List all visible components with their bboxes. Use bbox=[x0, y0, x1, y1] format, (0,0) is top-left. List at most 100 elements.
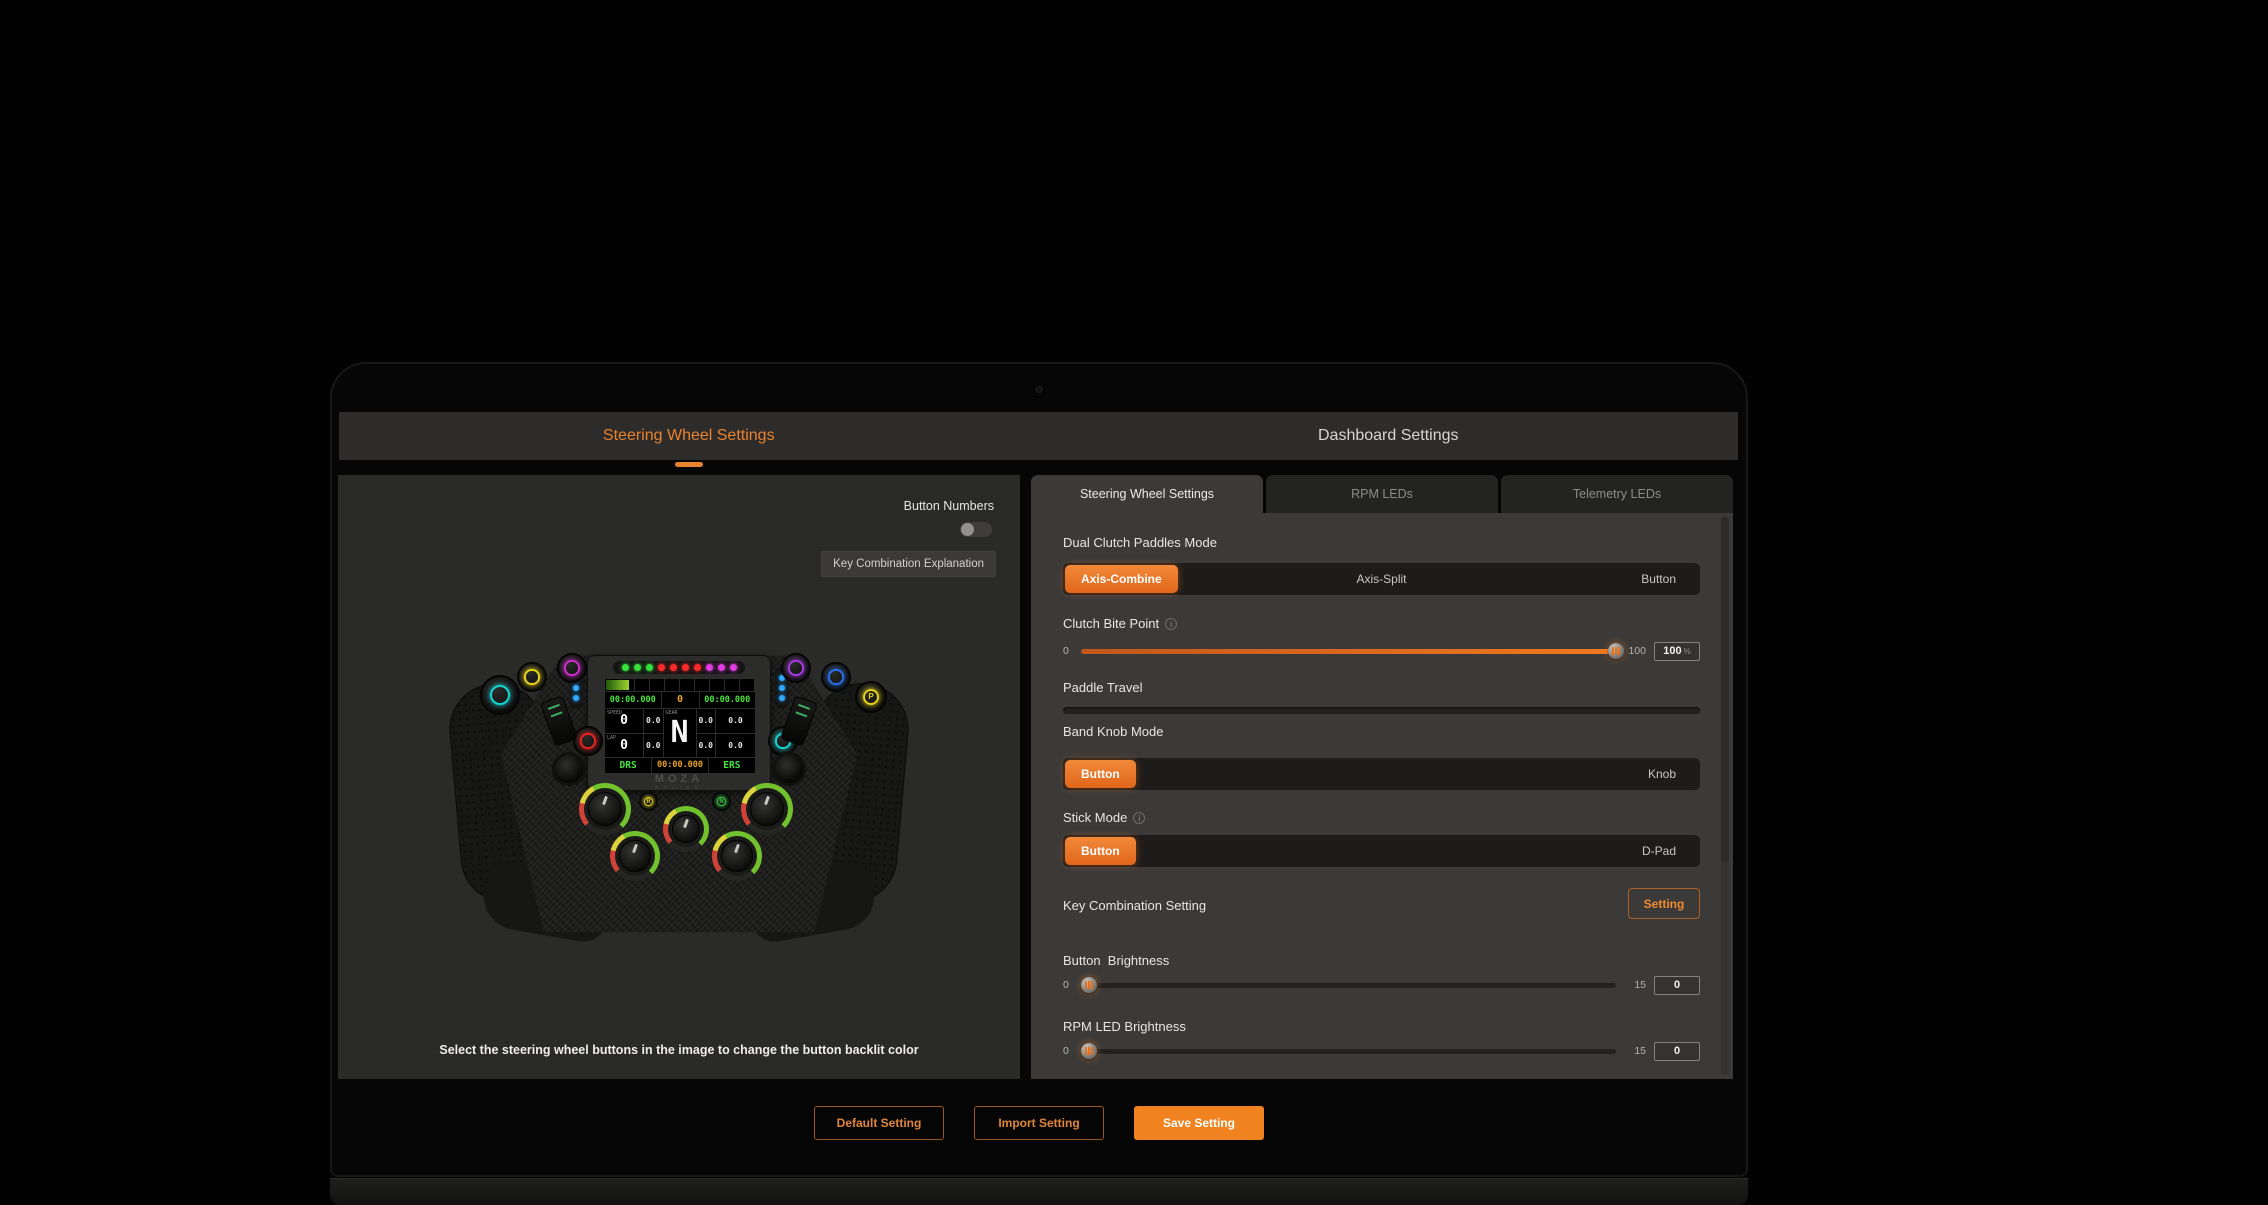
wheel-caption: Select the steering wheel buttons in the… bbox=[338, 1043, 1020, 1057]
slider-thumb[interactable] bbox=[1081, 1043, 1097, 1059]
option-dpad[interactable]: D-Pad bbox=[1642, 835, 1676, 867]
left-thumb-rotary[interactable] bbox=[552, 752, 586, 786]
wheel-button-r[interactable]: R bbox=[639, 792, 658, 811]
lap-time-right: 00:00.000 bbox=[700, 692, 756, 708]
wheel-button-red-left[interactable] bbox=[573, 726, 603, 756]
laptop-base bbox=[330, 1178, 1748, 1205]
rpm-led-magenta bbox=[730, 664, 737, 671]
rotary-knob-1[interactable] bbox=[579, 783, 631, 835]
rpm-led-red bbox=[682, 664, 689, 671]
rotary-knob-5[interactable] bbox=[712, 831, 762, 881]
rpm-led-brightness-label: RPM LED Brightness bbox=[1063, 1019, 1186, 1034]
value-text: 0 bbox=[1674, 1045, 1680, 1057]
button-numbers-label: Button Numbers bbox=[904, 499, 994, 513]
clutch-bite-point-slider-row: 0 100 100 % bbox=[1063, 641, 1700, 661]
option-band-button[interactable]: Button bbox=[1065, 760, 1136, 788]
tab-steering-wheel-settings-inner[interactable]: Steering Wheel Settings bbox=[1031, 475, 1263, 513]
settings-scrollbar[interactable] bbox=[1721, 517, 1729, 1075]
rotary-knob-2[interactable] bbox=[741, 783, 793, 835]
band-knob-mode-label: Band Knob Mode bbox=[1063, 724, 1163, 739]
wheel-button-n[interactable]: N bbox=[712, 792, 731, 811]
rev-gauge-fill bbox=[606, 680, 629, 690]
wheel-button-p[interactable]: P bbox=[855, 681, 887, 713]
rpm-led-magenta bbox=[706, 664, 713, 671]
slider-max: 100 bbox=[1624, 645, 1646, 657]
tab-rpm-leds[interactable]: RPM LEDs bbox=[1266, 475, 1498, 513]
header-bar: Steering Wheel Settings Dashboard Settin… bbox=[339, 412, 1738, 460]
slider-thumb[interactable] bbox=[1081, 977, 1097, 993]
rpm-led-green bbox=[622, 664, 629, 671]
tab-dashboard-settings[interactable]: Dashboard Settings bbox=[1039, 412, 1739, 460]
wheel-button-yellow-left[interactable] bbox=[517, 662, 547, 692]
default-setting-button[interactable]: Default Setting bbox=[814, 1106, 944, 1140]
steering-wheel-image[interactable]: 00:00.000 0 00:00.000 SPEED0 LAP0 0.0 0.… bbox=[459, 643, 899, 945]
center-time: 00:00.000 bbox=[651, 758, 709, 773]
telemetry-decimal: 0.0 bbox=[646, 741, 660, 750]
rpm-led-magenta bbox=[718, 664, 725, 671]
wheel-button-magenta-left[interactable] bbox=[557, 653, 587, 683]
rpm-led-green bbox=[634, 664, 641, 671]
rpm-led-red bbox=[694, 664, 701, 671]
telemetry-decimal: 0.0 bbox=[699, 741, 713, 750]
lap-value: 0 bbox=[620, 738, 628, 753]
info-icon[interactable] bbox=[1133, 812, 1145, 824]
telemetry-decimal: 0.0 bbox=[728, 741, 742, 750]
info-icon[interactable] bbox=[1165, 618, 1177, 630]
wheel-button-blue-right[interactable] bbox=[821, 662, 851, 692]
lap-time-left: 00:00.000 bbox=[605, 692, 661, 708]
slider-min: 0 bbox=[1063, 645, 1073, 657]
slider-fill bbox=[1081, 649, 1616, 654]
tab-label: Steering Wheel Settings bbox=[603, 423, 775, 449]
wheel-button-purple-right[interactable] bbox=[781, 653, 811, 683]
button-numbers-toggle[interactable] bbox=[960, 522, 992, 537]
key-combination-setting-label: Key Combination Setting bbox=[1063, 898, 1206, 913]
rotary-knob-3[interactable] bbox=[663, 806, 709, 852]
rpm-led-brightness-slider[interactable] bbox=[1081, 1049, 1616, 1054]
rotary-knob-4[interactable] bbox=[610, 831, 660, 881]
paddle-travel-bar[interactable] bbox=[1063, 707, 1700, 714]
option-stick-button[interactable]: Button bbox=[1065, 837, 1136, 865]
gear-value: N bbox=[670, 718, 688, 748]
clutch-bite-point-value[interactable]: 100 % bbox=[1654, 642, 1700, 661]
settings-tabs: Steering Wheel Settings RPM LEDs Telemet… bbox=[1031, 475, 1733, 513]
webcam-dot bbox=[1036, 386, 1043, 393]
value-unit: % bbox=[1684, 647, 1691, 656]
button-brightness-slider[interactable] bbox=[1081, 983, 1616, 988]
save-setting-button[interactable]: Save Setting bbox=[1134, 1106, 1264, 1140]
counter-value: 0 bbox=[661, 692, 700, 708]
right-thumb-rotary[interactable] bbox=[772, 752, 806, 786]
speed-label: SPEED bbox=[607, 710, 622, 716]
button-brightness-value[interactable]: 0 bbox=[1654, 976, 1700, 995]
wheel-preview-panel: Button Numbers Key Combination Explanati… bbox=[338, 475, 1020, 1079]
value-text: 0 bbox=[1674, 979, 1680, 991]
telemetry-decimal: 0.0 bbox=[728, 716, 742, 725]
dual-clutch-segmented-control: Axis-Combine Axis-Split Button bbox=[1063, 563, 1700, 595]
value-text: 100 bbox=[1663, 645, 1681, 657]
rpm-led-green bbox=[646, 664, 653, 671]
paddle-travel-label: Paddle Travel bbox=[1063, 680, 1143, 695]
option-knob[interactable]: Knob bbox=[1648, 758, 1676, 790]
dual-clutch-label: Dual Clutch Paddles Mode bbox=[1063, 535, 1217, 550]
slider-thumb[interactable] bbox=[1608, 643, 1624, 659]
rpm-led-red bbox=[670, 664, 677, 671]
wheel-button-cyan-left[interactable] bbox=[480, 675, 520, 715]
rpm-led-brightness-value[interactable]: 0 bbox=[1654, 1042, 1700, 1061]
tab-telemetry-leds[interactable]: Telemetry LEDs bbox=[1501, 475, 1733, 513]
tab-label: Dashboard Settings bbox=[1318, 423, 1459, 449]
key-combination-explanation-button[interactable]: Key Combination Explanation bbox=[821, 551, 996, 577]
option-axis-split[interactable]: Axis-Split bbox=[1063, 563, 1700, 595]
clutch-bite-point-slider[interactable] bbox=[1081, 649, 1616, 654]
import-setting-button[interactable]: Import Setting bbox=[974, 1106, 1104, 1140]
tab-steering-wheel-settings[interactable]: Steering Wheel Settings bbox=[339, 412, 1039, 460]
scrollbar-thumb[interactable] bbox=[1721, 517, 1729, 862]
slider-min: 0 bbox=[1063, 1045, 1073, 1057]
rpm-led-brightness-slider-row: 0 15 0 bbox=[1063, 1041, 1700, 1061]
option-button[interactable]: Button bbox=[1641, 563, 1676, 595]
gear-label: GEAR bbox=[666, 710, 678, 716]
telemetry-decimal: 0.0 bbox=[646, 716, 660, 725]
rpm-led-strip bbox=[613, 661, 745, 674]
clutch-bite-point-label: Clutch Bite Point bbox=[1063, 616, 1177, 631]
wheel-display-module: 00:00.000 0 00:00.000 SPEED0 LAP0 0.0 0.… bbox=[587, 655, 771, 791]
key-combination-setting-button[interactable]: Setting bbox=[1628, 888, 1700, 919]
stick-mode-text: Stick Mode bbox=[1063, 810, 1127, 825]
